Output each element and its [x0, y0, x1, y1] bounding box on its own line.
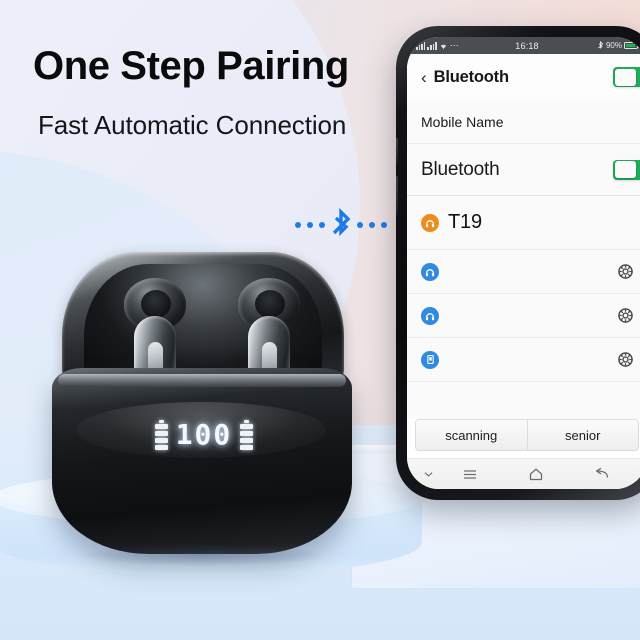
- chevron-left-icon[interactable]: ‹: [421, 69, 427, 86]
- led-battery-percent: 100: [175, 418, 233, 451]
- gear-icon-1[interactable]: [618, 264, 633, 279]
- gear-icon-3[interactable]: [618, 352, 633, 367]
- chevron-down-icon[interactable]: [419, 471, 437, 478]
- smartphone-mockup: ⋯ 16:18 90% ‹ Bluetooth Mobile Name Blue…: [396, 26, 640, 500]
- phone-screen: ⋯ 16:18 90% ‹ Bluetooth Mobile Name Blue…: [407, 37, 640, 489]
- list-item-device-t19[interactable]: T19: [407, 196, 640, 250]
- screen-title: Bluetooth: [433, 67, 509, 86]
- case-body: [52, 368, 352, 554]
- menu-icon[interactable]: [437, 469, 503, 480]
- signal-dots-left: [295, 222, 325, 228]
- status-bar: ⋯ 16:18 90%: [407, 37, 640, 54]
- bluetooth-signal-indicator: [295, 207, 387, 242]
- bluetooth-toggle[interactable]: [613, 159, 640, 180]
- back-arrow-icon[interactable]: [569, 468, 635, 480]
- phone-volume-up-button[interactable]: [396, 138, 398, 164]
- headphone-icon-1: [421, 262, 439, 281]
- header-bluetooth-toggle[interactable]: [613, 67, 640, 87]
- page-title: One Step Pairing: [33, 44, 349, 88]
- battery-icon: [624, 41, 640, 50]
- scanning-button[interactable]: scanning: [416, 420, 527, 450]
- bluetooth-icon: [328, 207, 354, 249]
- led-left-battery-icon: [154, 420, 168, 450]
- case-lid: [62, 252, 344, 384]
- action-button-bar: scanning senior: [415, 419, 639, 451]
- promo-image: One Step Pairing Fast Automatic Connecti…: [0, 0, 640, 640]
- bluetooth-icon-status: [598, 40, 604, 49]
- phone-icon: [421, 350, 439, 369]
- battery-percent-label: 90%: [605, 41, 622, 50]
- headphone-icon: [421, 213, 439, 232]
- headphone-icon-2: [421, 306, 439, 325]
- bluetooth-device-list: Mobile Name Bluetooth T19: [407, 100, 640, 419]
- status-bar-right: 90%: [597, 40, 640, 51]
- led-battery-display: 100: [152, 414, 256, 456]
- case-lip: [58, 374, 346, 387]
- screen-header: ‹ Bluetooth: [407, 54, 640, 100]
- phone-volume-down-button[interactable]: [396, 176, 398, 216]
- signal-dots-right: [357, 222, 387, 228]
- page-subtitle: Fast Automatic Connection: [38, 110, 347, 140]
- gear-icon-2[interactable]: [618, 308, 633, 323]
- device-name-t19: T19: [448, 211, 482, 233]
- list-item-bluetooth-toggle[interactable]: Bluetooth: [407, 144, 640, 196]
- bluetooth-row-label: Bluetooth: [421, 158, 500, 180]
- android-navigation-bar: [407, 458, 640, 489]
- list-item-device-2[interactable]: [407, 294, 640, 338]
- mobile-name-label: Mobile Name: [421, 113, 504, 130]
- earbuds-charging-case: 100: [52, 252, 352, 566]
- list-item-device-1[interactable]: [407, 250, 640, 294]
- home-icon[interactable]: [503, 468, 569, 481]
- list-item-device-3[interactable]: [407, 338, 640, 382]
- led-right-battery-icon: [240, 420, 254, 450]
- list-item-mobile-name[interactable]: Mobile Name: [407, 100, 640, 144]
- senior-button[interactable]: senior: [526, 420, 639, 450]
- list-empty-space: [407, 382, 640, 419]
- case-shadow: [80, 544, 324, 566]
